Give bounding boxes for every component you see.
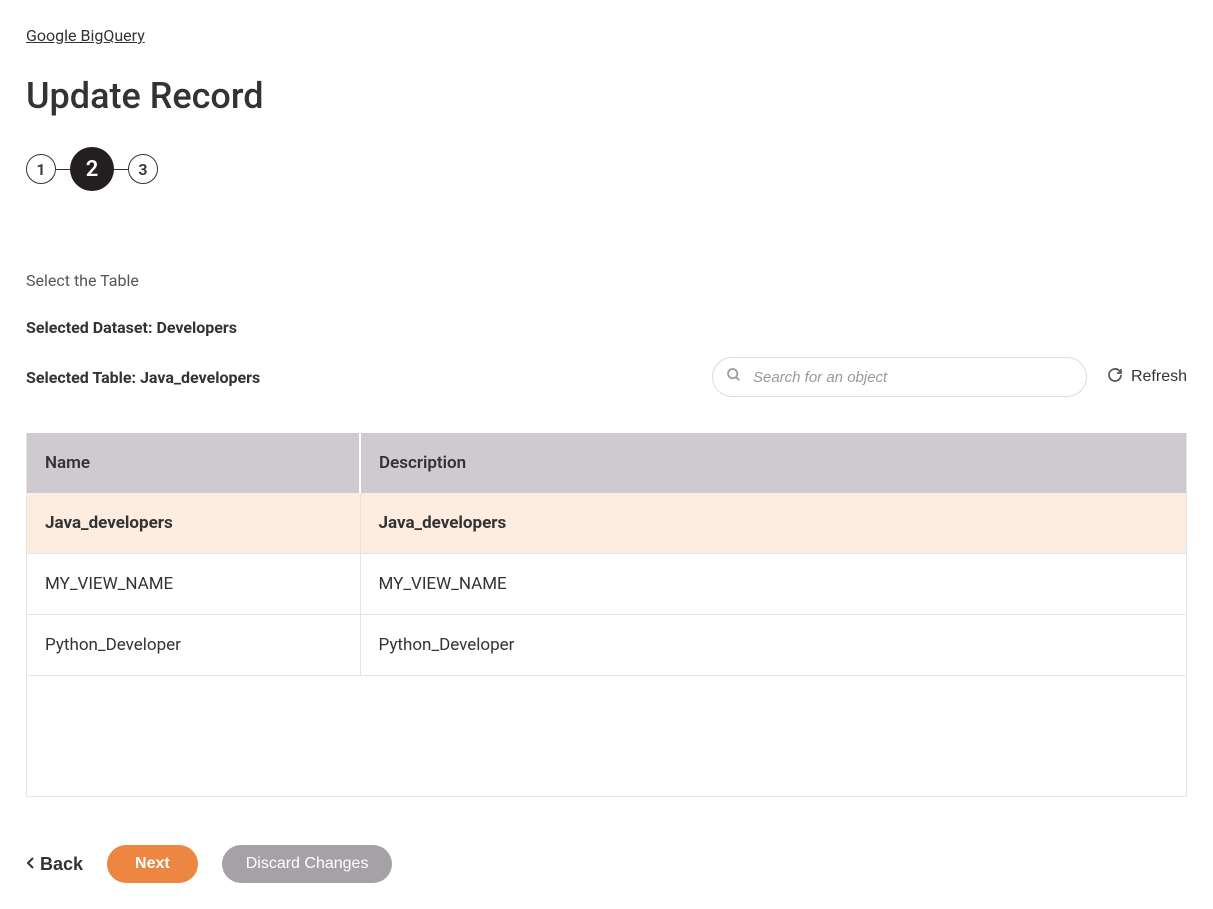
step-2[interactable]: 2 xyxy=(70,147,114,191)
step-connector xyxy=(114,169,128,170)
refresh-icon xyxy=(1107,367,1123,388)
table-header-name: Name xyxy=(27,433,360,493)
next-button[interactable]: Next xyxy=(107,845,198,883)
back-label: Back xyxy=(40,854,83,875)
table-row[interactable]: Python_DeveloperPython_Developer xyxy=(27,615,1186,676)
stepper: 1 2 3 xyxy=(26,147,1187,191)
refresh-label: Refresh xyxy=(1131,368,1187,386)
search-wrapper xyxy=(712,357,1087,397)
step-1[interactable]: 1 xyxy=(26,154,56,184)
table-cell-description: MY_VIEW_NAME xyxy=(360,554,1186,615)
footer-actions: Back Next Discard Changes xyxy=(26,845,1187,883)
table-cell-description: Python_Developer xyxy=(360,615,1186,676)
selected-table: Selected Table: Java_developers xyxy=(26,368,712,387)
table-container: Name Description Java_developersJava_dev… xyxy=(26,433,1187,797)
step-connector xyxy=(56,169,70,170)
step-3[interactable]: 3 xyxy=(128,154,158,184)
table-header-description: Description xyxy=(360,433,1186,493)
search-icon xyxy=(726,367,742,387)
selected-dataset: Selected Dataset: Developers xyxy=(26,318,1187,337)
table-row[interactable]: Java_developersJava_developers xyxy=(27,493,1186,554)
table-cell-name: Python_Developer xyxy=(27,615,360,676)
data-table: Name Description Java_developersJava_dev… xyxy=(27,433,1186,676)
section-label: Select the Table xyxy=(26,271,1187,290)
discard-button[interactable]: Discard Changes xyxy=(222,845,393,883)
back-button[interactable]: Back xyxy=(26,854,83,875)
table-cell-name: Java_developers xyxy=(27,493,360,554)
chevron-left-icon xyxy=(26,854,36,875)
table-cell-name: MY_VIEW_NAME xyxy=(27,554,360,615)
search-input[interactable] xyxy=(712,357,1087,397)
refresh-button[interactable]: Refresh xyxy=(1107,367,1187,388)
breadcrumb-link[interactable]: Google BigQuery xyxy=(26,26,145,45)
table-row[interactable]: MY_VIEW_NAMEMY_VIEW_NAME xyxy=(27,554,1186,615)
table-empty-space xyxy=(27,676,1186,796)
toolbar: Selected Table: Java_developers Refresh xyxy=(26,357,1187,397)
table-cell-description: Java_developers xyxy=(360,493,1186,554)
page-title: Update Record xyxy=(26,75,1187,117)
